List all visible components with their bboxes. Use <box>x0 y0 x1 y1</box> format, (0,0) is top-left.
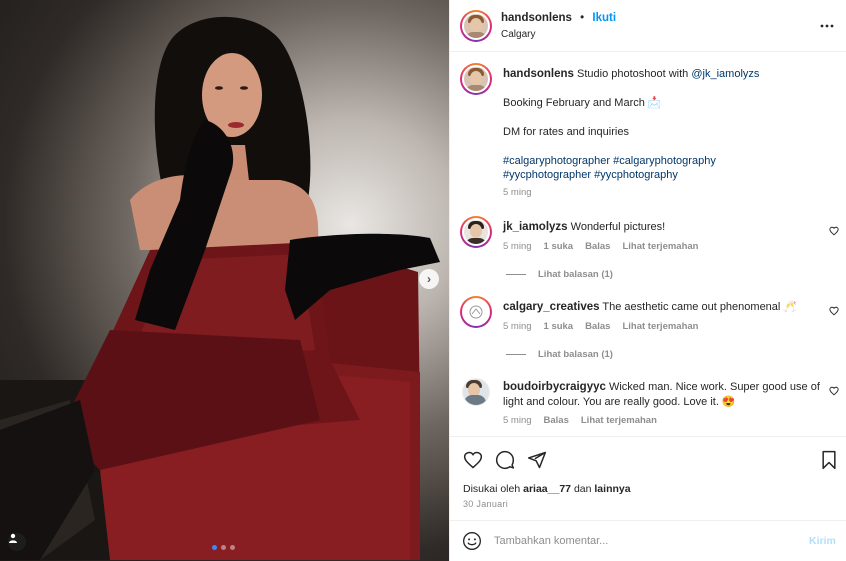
liked-by-user[interactable]: ariaa__77 <box>523 483 571 495</box>
carousel-dot-active <box>212 545 217 550</box>
caption-text: handsonlens Studio photoshoot with @jk_i… <box>503 67 823 82</box>
commenter-avatar[interactable] <box>460 216 492 248</box>
like-comment-heart-icon[interactable] <box>829 226 839 236</box>
caption-time[interactable]: 5 ming <box>503 187 532 198</box>
translate-button[interactable]: Lihat terjemahan <box>581 415 657 426</box>
like-comment-heart-icon[interactable] <box>829 306 839 316</box>
like-heart-icon[interactable] <box>463 450 483 470</box>
comment-time[interactable]: 5 ming <box>503 321 532 332</box>
replies-divider <box>506 354 526 355</box>
view-replies-button[interactable]: Lihat balasan (1) <box>506 349 613 360</box>
calgary-creatives-logo <box>469 305 483 319</box>
comment-composer: Kirim <box>450 520 846 561</box>
comment-text: boudoirbycraigyyc Wicked man. Nice work.… <box>503 380 823 409</box>
liked-by-others[interactable]: lainnya <box>594 483 630 495</box>
author-avatar[interactable] <box>460 10 492 42</box>
caption-mention[interactable]: @jk_iamolyzs <box>691 68 759 80</box>
carousel-dots <box>212 545 235 550</box>
post-location[interactable]: Calgary <box>501 29 535 40</box>
view-replies-label: Lihat balasan (1) <box>538 269 613 280</box>
caption-author-avatar[interactable] <box>460 63 492 95</box>
more-options-button[interactable] <box>820 15 834 31</box>
comment-body: The aesthetic came out phenomenal 🥂 <box>602 301 798 313</box>
translate-button[interactable]: Lihat terjemahan <box>622 241 698 252</box>
comment-time[interactable]: 5 ming <box>503 415 532 426</box>
comment-bubble-icon[interactable] <box>495 450 515 470</box>
share-send-icon[interactable] <box>527 450 547 470</box>
follow-button[interactable]: Ikuti <box>592 12 616 24</box>
reply-button[interactable]: Balas <box>544 415 569 426</box>
emoji-smiley-icon[interactable] <box>462 531 482 551</box>
comment-meta: 5 ming Balas Lihat terjemahan <box>503 415 657 426</box>
replies-divider <box>506 274 526 275</box>
comment-text: calgary_creatives The aesthetic came out… <box>503 300 823 315</box>
caption-hashtags-2[interactable]: #yycphotographer #yycphotography <box>503 168 823 183</box>
person-icon <box>9 533 17 543</box>
comment-body: Wonderful pictures! <box>570 221 666 233</box>
post-image[interactable]: › <box>0 0 449 561</box>
reply-button[interactable]: Balas <box>585 241 610 252</box>
caption-hashtags-1[interactable]: #calgaryphotographer #calgaryphotography <box>503 154 823 169</box>
liked-by-prefix: Disukai oleh <box>463 483 521 495</box>
liked-by-conj: dan <box>573 483 592 495</box>
carousel-next-button[interactable]: › <box>419 269 439 289</box>
commenter-avatar[interactable] <box>460 296 492 328</box>
caption-meta: 5 ming <box>503 187 532 198</box>
portrait-illustration <box>0 16 440 560</box>
caption-author[interactable]: handsonlens <box>503 68 574 80</box>
post-details-panel: handsonlens • Ikuti Calgary handsonlens … <box>449 0 846 561</box>
separator-dot: • <box>580 12 585 24</box>
carousel-dot <box>221 545 226 550</box>
comment-likes[interactable]: 1 suka <box>544 241 574 252</box>
liked-by: Disukai oleh ariaa__77 dan lainnya <box>463 483 631 495</box>
translate-button[interactable]: Lihat terjemahan <box>622 321 698 332</box>
header-name-row: handsonlens • Ikuti <box>501 12 616 24</box>
comment-author[interactable]: calgary_creatives <box>503 301 600 313</box>
reply-button[interactable]: Balas <box>585 321 610 332</box>
tagged-users-button[interactable] <box>8 533 26 551</box>
save-bookmark-icon[interactable] <box>820 450 838 470</box>
carousel-dot <box>230 545 235 550</box>
post-actions: Disukai oleh ariaa__77 dan lainnya 30 Ja… <box>450 436 846 520</box>
comment-input[interactable] <box>494 531 794 551</box>
caption-line-3: DM for rates and inquiries <box>503 126 629 138</box>
more-horizontal-icon <box>820 24 834 28</box>
comment-time[interactable]: 5 ming <box>503 241 532 252</box>
post-date[interactable]: 30 Januari <box>463 499 508 509</box>
comment-meta: 5 ming 1 suka Balas Lihat terjemahan <box>503 321 698 332</box>
comment-author[interactable]: boudoirbycraigyyc <box>503 381 606 393</box>
comment-author[interactable]: jk_iamolyzs <box>503 221 568 233</box>
comment-text: jk_iamolyzs Wonderful pictures! <box>503 220 823 235</box>
like-comment-heart-icon[interactable] <box>829 386 839 396</box>
caption-line-1: Studio photoshoot with <box>577 68 689 80</box>
comment-meta: 5 ming 1 suka Balas Lihat terjemahan <box>503 241 698 252</box>
author-username[interactable]: handsonlens <box>501 12 572 24</box>
post-header: handsonlens • Ikuti Calgary <box>450 0 846 52</box>
caption-line-2: Booking February and March 📩 <box>503 97 662 109</box>
comment-likes[interactable]: 1 suka <box>544 321 574 332</box>
commenter-avatar[interactable] <box>462 378 490 406</box>
view-replies-label: Lihat balasan (1) <box>538 349 613 360</box>
post-comment-button[interactable]: Kirim <box>809 535 836 547</box>
view-replies-button[interactable]: Lihat balasan (1) <box>506 269 613 280</box>
comments-list[interactable]: handsonlens Studio photoshoot with @jk_i… <box>450 53 846 435</box>
